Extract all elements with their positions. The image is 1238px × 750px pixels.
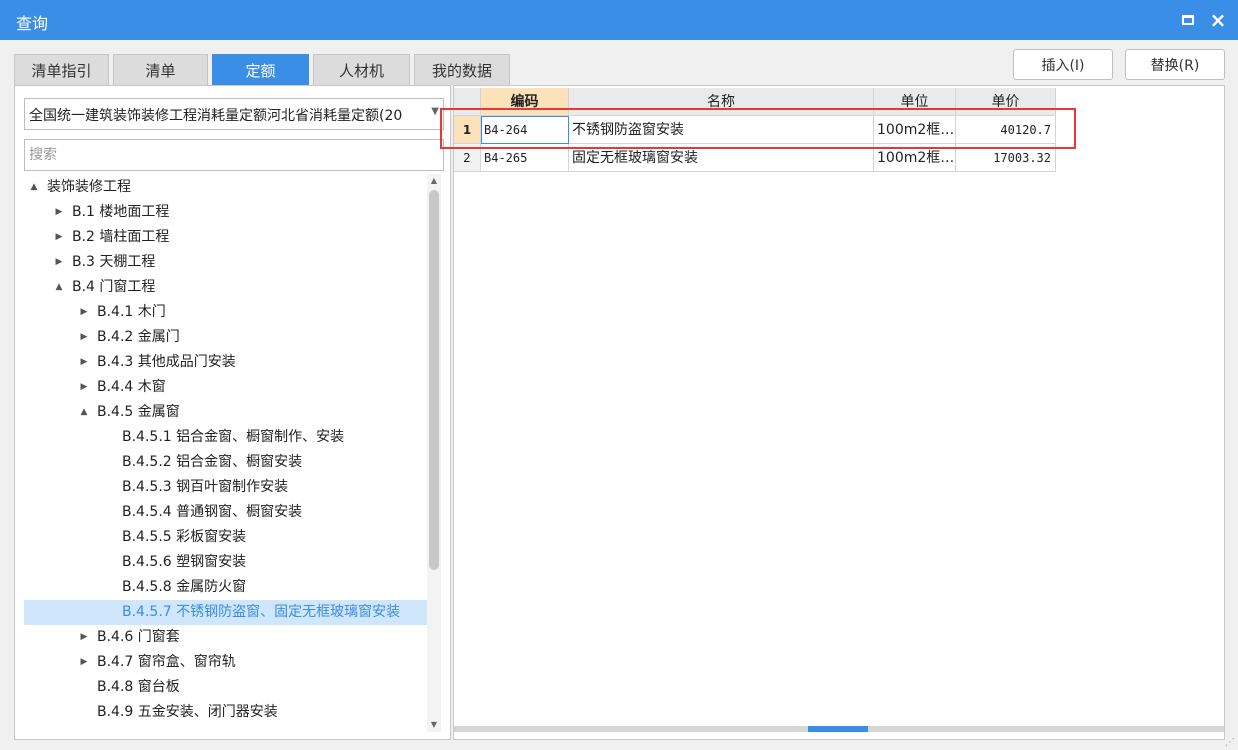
tree-item[interactable]: B.4.5.6 塑钢窗安装 (24, 550, 429, 575)
quota-library-value: 全国统一建筑装饰装修工程消耗量定额河北省消耗量定额(20 (29, 108, 403, 124)
tree-item-label: B.4.8 窗台板 (97, 679, 180, 695)
chapter-tree: ▲ 装饰装修工程 ▶ B.1 楼地面工程 ▶ B.2 墙柱面工程 ▶ B.3 天棚工程 ▲ B.4… (24, 175, 429, 735)
expanded-arrow-icon[interactable]: ▲ (53, 275, 65, 300)
tree-item-label: B.4 门窗工程 (72, 279, 156, 295)
tree-item-label: B.4.5.1 铝合金窗、橱窗制作、安装 (122, 429, 345, 445)
tree-item-label: B.4.9 五金安装、闭门器安装 (97, 704, 278, 720)
tree-item[interactable]: B.4.5.4 普通钢窗、橱窗安装 (24, 500, 429, 525)
tab-bill[interactable]: 清单 (113, 54, 208, 85)
replace-button[interactable]: 替换(R) (1125, 49, 1225, 80)
tree-item[interactable]: ▲ B.4 门窗工程 (24, 275, 429, 300)
tree-item[interactable]: B.4.9 五金安装、闭门器安装 (24, 700, 429, 725)
tree-item[interactable]: ▶ B.4.4 木窗 (24, 375, 429, 400)
window-title: 查询 (16, 14, 49, 33)
resize-grip-icon[interactable]: ⋰ (1225, 737, 1235, 748)
tab-labor-material-machine[interactable]: 人材机 (313, 54, 410, 85)
tree-item[interactable]: ▲ B.4.5 金属窗 (24, 400, 429, 425)
column-header-unit[interactable]: 单位 (874, 88, 956, 116)
tree-scrollbar[interactable]: ▲ ▼ (427, 174, 441, 732)
maximize-icon (1182, 15, 1194, 25)
tab-my-data[interactable]: 我的数据 (414, 54, 510, 85)
tree-item[interactable]: B.4.5.5 彩板窗安装 (24, 525, 429, 550)
tree-item-label: B.4.5.2 铝合金窗、橱窗安装 (122, 454, 303, 470)
collapsed-arrow-icon[interactable]: ▶ (78, 375, 90, 400)
table-cell-unit[interactable]: 100m2框… (874, 144, 956, 172)
table-cell-name[interactable]: 不锈钢防盗窗安装 (569, 116, 874, 144)
tree-item[interactable]: B.4.5.2 铝合金窗、橱窗安装 (24, 450, 429, 475)
tree-item[interactable]: B.4.5.7 不锈钢防盗窗、固定无框玻璃窗安装 (24, 600, 429, 625)
scroll-thumb[interactable] (429, 190, 439, 570)
expanded-arrow-icon[interactable]: ▲ (28, 175, 40, 200)
left-panel: 全国统一建筑装饰装修工程消耗量定额河北省消耗量定额(20 ▼ ▲ 装饰装修工程 ▶ B… (14, 85, 451, 740)
tree-item[interactable]: ▲ 装饰装修工程 (24, 175, 429, 200)
tree-item[interactable]: ▶ B.1 楼地面工程 (24, 200, 429, 225)
tree-item[interactable]: ▶ B.4.3 其他成品门安装 (24, 350, 429, 375)
table-cell-name[interactable]: 固定无框玻璃窗安装 (569, 144, 874, 172)
expanded-arrow-icon[interactable]: ▲ (78, 400, 90, 425)
table-cell-unit[interactable]: 100m2框… (874, 116, 956, 144)
tree-item-label: B.4.5.4 普通钢窗、橱窗安装 (122, 504, 303, 520)
tree-item[interactable]: B.4.8 窗台板 (24, 675, 429, 700)
collapsed-arrow-icon[interactable]: ▶ (53, 225, 65, 250)
tree-item-label: B.4.5.7 不锈钢防盗窗、固定无框玻璃窗安装 (122, 604, 401, 620)
column-header-price[interactable]: 单价 (956, 88, 1056, 116)
tree-item-label: B.4.5.3 钢百叶窗制作安装 (122, 479, 289, 495)
insert-button[interactable]: 插入(I) (1013, 49, 1113, 80)
collapsed-arrow-icon[interactable]: ▶ (78, 650, 90, 675)
collapsed-arrow-icon[interactable]: ▶ (78, 350, 90, 375)
tree-item-label: B.4.6 门窗套 (97, 629, 180, 645)
tree-item[interactable]: ▶ B.4.6 门窗套 (24, 625, 429, 650)
tree-item[interactable]: ▶ B.3 天棚工程 (24, 250, 429, 275)
tree-item-label: B.4.2 金属门 (97, 329, 180, 345)
scroll-down-icon[interactable]: ▼ (427, 718, 441, 732)
tree-item[interactable]: ▶ B.2 墙柱面工程 (24, 225, 429, 250)
tree-item-label: B.2 墙柱面工程 (72, 229, 170, 245)
tab-quota[interactable]: 定额 (212, 54, 309, 85)
tree-item-label: 装饰装修工程 (47, 179, 131, 195)
table-row-number[interactable]: 1 (454, 116, 481, 144)
tree-item[interactable]: ▶ B.4.2 金属门 (24, 325, 429, 350)
collapsed-arrow-icon[interactable]: ▶ (78, 325, 90, 350)
tree-item-label: B.4.5 金属窗 (97, 404, 180, 420)
table-cell-code[interactable]: B4-264 (481, 116, 569, 144)
close-icon: × (1209, 8, 1227, 32)
collapse-handle[interactable] (808, 726, 868, 732)
tree-item[interactable]: ▶ B.4.7 窗帘盒、窗帘轨 (24, 650, 429, 675)
column-header-code[interactable]: 编码 (481, 88, 569, 116)
tree-item[interactable]: B.4.5.3 钢百叶窗制作安装 (24, 475, 429, 500)
chevron-down-icon: ▼ (431, 106, 439, 117)
tree-item-label: B.4.5.6 塑钢窗安装 (122, 554, 247, 570)
tree-item-label: B.4.3 其他成品门安装 (97, 354, 236, 370)
table-corner (454, 88, 481, 116)
collapsed-arrow-icon[interactable]: ▶ (53, 200, 65, 225)
tree-item[interactable]: B.4.5.8 金属防火窗 (24, 575, 429, 600)
maximize-button[interactable] (1178, 10, 1198, 30)
tree-item-label: B.3 天棚工程 (72, 254, 156, 270)
quota-library-select[interactable]: 全国统一建筑装饰装修工程消耗量定额河北省消耗量定额(20 ▼ (24, 98, 444, 130)
right-panel: 编码 名称 单位 单价 1 B4-264 不锈钢防盗窗安装 100m2框… 40… (453, 85, 1225, 740)
tab-bill-guide[interactable]: 清单指引 (14, 54, 109, 85)
close-button[interactable]: × (1208, 10, 1228, 30)
tree-item-label: B.4.5.5 彩板窗安装 (122, 529, 247, 545)
table-row-number[interactable]: 2 (454, 144, 481, 172)
table-cell-code[interactable]: B4-265 (481, 144, 569, 172)
tree-item-label: B.4.5.8 金属防火窗 (122, 579, 247, 595)
tree-item-label: B.1 楼地面工程 (72, 204, 170, 220)
search-input[interactable] (24, 139, 444, 171)
collapsed-arrow-icon[interactable]: ▶ (53, 250, 65, 275)
column-header-name[interactable]: 名称 (569, 88, 874, 116)
tree-item[interactable]: B.4.5.1 铝合金窗、橱窗制作、安装 (24, 425, 429, 450)
tree-item-label: B.4.7 窗帘盒、窗帘轨 (97, 654, 236, 670)
tree-item-label: B.4.4 木窗 (97, 379, 166, 395)
scroll-up-icon[interactable]: ▲ (427, 174, 441, 188)
table-cell-price[interactable]: 40120.7 (956, 116, 1056, 144)
collapsed-arrow-icon[interactable]: ▶ (78, 300, 90, 325)
tree-item-label: B.4.1 木门 (97, 304, 166, 320)
window-titlebar: 查询 × (0, 0, 1238, 40)
table-cell-price[interactable]: 17003.32 (956, 144, 1056, 172)
collapsed-arrow-icon[interactable]: ▶ (78, 625, 90, 650)
tree-item[interactable]: ▶ B.4.1 木门 (24, 300, 429, 325)
